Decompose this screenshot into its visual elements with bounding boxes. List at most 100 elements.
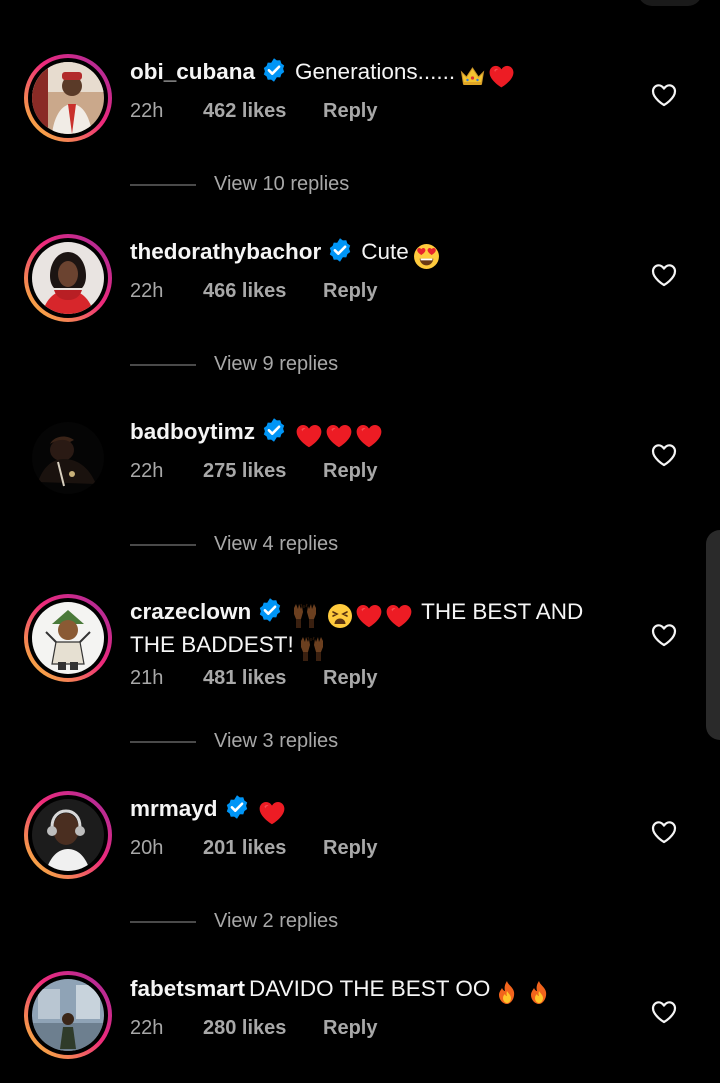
comment-text-line: obi_cubana Generations...... xyxy=(130,57,610,89)
verified-badge-icon xyxy=(261,417,287,443)
comment-time: 22h xyxy=(130,100,164,122)
reply-button[interactable]: Reply xyxy=(323,100,377,123)
like-heart-icon[interactable] xyxy=(651,263,677,287)
like-heart-icon[interactable] xyxy=(651,443,677,467)
comment-meta: 22h 462 likes Reply xyxy=(130,100,377,123)
verified-badge-icon xyxy=(327,237,353,263)
view-replies-link[interactable]: View 3 replies xyxy=(214,730,338,752)
comment-likes[interactable]: 275 likes xyxy=(203,460,323,483)
comment-time: 21h xyxy=(130,667,164,689)
like-heart-icon[interactable] xyxy=(651,83,677,107)
comment-text-line: fabetsmart DAVIDO THE BEST OO xyxy=(130,974,610,1006)
emoji-group xyxy=(291,600,415,630)
red-heart-emoji-icon xyxy=(355,423,383,449)
reply-button[interactable]: Reply xyxy=(323,460,377,483)
view-replies-row[interactable]: View 10 replies xyxy=(130,173,349,197)
heart-eyes-emoji-icon xyxy=(413,243,440,270)
emoji-group xyxy=(298,633,328,663)
raising-hands-emoji-icon xyxy=(291,602,319,630)
avatar xyxy=(32,422,104,494)
view-replies-row[interactable]: View 2 replies xyxy=(130,910,338,934)
view-replies-link[interactable]: View 4 replies xyxy=(214,533,338,555)
like-heart-icon[interactable] xyxy=(651,1000,677,1024)
comment-meta: 21h 481 likes Reply xyxy=(130,667,377,690)
comment-text-line: thedorathybachor Cute xyxy=(130,237,610,270)
comment-likes[interactable]: 466 likes xyxy=(203,280,323,303)
comment-meta: 22h 280 likes Reply xyxy=(130,1017,377,1040)
comment-username[interactable]: mrmayd xyxy=(130,796,218,821)
replies-divider xyxy=(130,363,196,366)
comment-username[interactable]: crazeclown xyxy=(130,599,251,624)
comment-meta: 20h 201 likes Reply xyxy=(130,837,377,860)
replies-divider xyxy=(130,183,196,186)
raising-hands-emoji-icon xyxy=(298,635,326,663)
avatar-story-ring[interactable] xyxy=(24,971,112,1059)
comment-text-line: crazeclown THE BEST AND THE BADDEST! xyxy=(130,597,610,663)
like-heart-icon[interactable] xyxy=(651,623,677,647)
red-heart-emoji-icon xyxy=(385,603,413,629)
view-replies-row[interactable]: View 9 replies xyxy=(130,353,338,377)
weary-face-emoji-icon xyxy=(327,603,353,629)
red-heart-emoji-icon xyxy=(488,64,515,89)
comment-body: Cute xyxy=(361,239,409,264)
comment-body-line2: THE BADDEST! xyxy=(130,632,294,658)
red-heart-emoji-icon xyxy=(355,603,383,629)
comment-text-line: mrmayd xyxy=(130,794,610,826)
fire-emoji-icon xyxy=(526,980,552,1006)
reply-button[interactable]: Reply xyxy=(323,667,377,690)
crown-emoji-icon xyxy=(459,65,486,87)
red-heart-emoji-icon xyxy=(258,800,286,826)
avatar xyxy=(32,979,104,1051)
top-overlay-edge xyxy=(638,0,702,6)
verified-badge-icon xyxy=(257,597,283,623)
comment-username[interactable]: badboytimz xyxy=(130,419,255,444)
avatar-story-ring[interactable] xyxy=(24,791,112,879)
reply-button[interactable]: Reply xyxy=(323,280,377,303)
like-heart-icon[interactable] xyxy=(651,820,677,844)
emoji-group xyxy=(295,420,385,449)
comment-time: 22h xyxy=(130,1017,164,1039)
avatar xyxy=(32,602,104,674)
comment-meta: 22h 466 likes Reply xyxy=(130,280,377,303)
comment-likes[interactable]: 481 likes xyxy=(203,667,323,690)
comment-time: 22h xyxy=(130,280,164,302)
emoji-group xyxy=(459,60,517,89)
fire-emoji-icon xyxy=(494,980,520,1006)
verified-badge-icon xyxy=(224,794,250,820)
verified-badge-icon xyxy=(261,57,287,83)
emoji-group xyxy=(258,797,288,826)
emoji-group xyxy=(494,977,554,1006)
red-heart-emoji-icon xyxy=(325,423,353,449)
scroll-handle[interactable] xyxy=(706,530,720,740)
avatar-frame[interactable] xyxy=(24,414,112,502)
comment-likes[interactable]: 201 likes xyxy=(203,837,323,860)
comment-body: Generations...... xyxy=(295,59,456,84)
avatar xyxy=(32,242,104,314)
comment-text-line: badboytimz xyxy=(130,417,610,449)
comment-time: 20h xyxy=(130,837,164,859)
view-replies-link[interactable]: View 10 replies xyxy=(214,173,349,195)
emoji-group xyxy=(413,240,442,270)
comment-username[interactable]: fabetsmart xyxy=(130,976,245,1001)
view-replies-row[interactable]: View 3 replies xyxy=(130,730,338,754)
comment-username[interactable]: thedorathybachor xyxy=(130,239,321,264)
replies-divider xyxy=(130,543,196,546)
comment-time: 22h xyxy=(130,460,164,482)
avatar-story-ring[interactable] xyxy=(24,234,112,322)
avatar-story-ring[interactable] xyxy=(24,594,112,682)
view-replies-link[interactable]: View 2 replies xyxy=(214,910,338,932)
view-replies-row[interactable]: View 4 replies xyxy=(130,533,338,557)
red-heart-emoji-icon xyxy=(295,423,323,449)
comment-likes[interactable]: 280 likes xyxy=(203,1017,323,1040)
avatar xyxy=(32,799,104,871)
comment-body-line1: THE BEST AND xyxy=(421,599,584,624)
avatar-story-ring[interactable] xyxy=(24,54,112,142)
reply-button[interactable]: Reply xyxy=(323,837,377,860)
comment-body: DAVIDO THE BEST OO xyxy=(249,976,491,1001)
comment-username[interactable]: obi_cubana xyxy=(130,59,255,84)
comment-likes[interactable]: 462 likes xyxy=(203,100,323,123)
view-replies-link[interactable]: View 9 replies xyxy=(214,353,338,375)
avatar xyxy=(32,62,104,134)
replies-divider xyxy=(130,920,196,923)
reply-button[interactable]: Reply xyxy=(323,1017,377,1040)
